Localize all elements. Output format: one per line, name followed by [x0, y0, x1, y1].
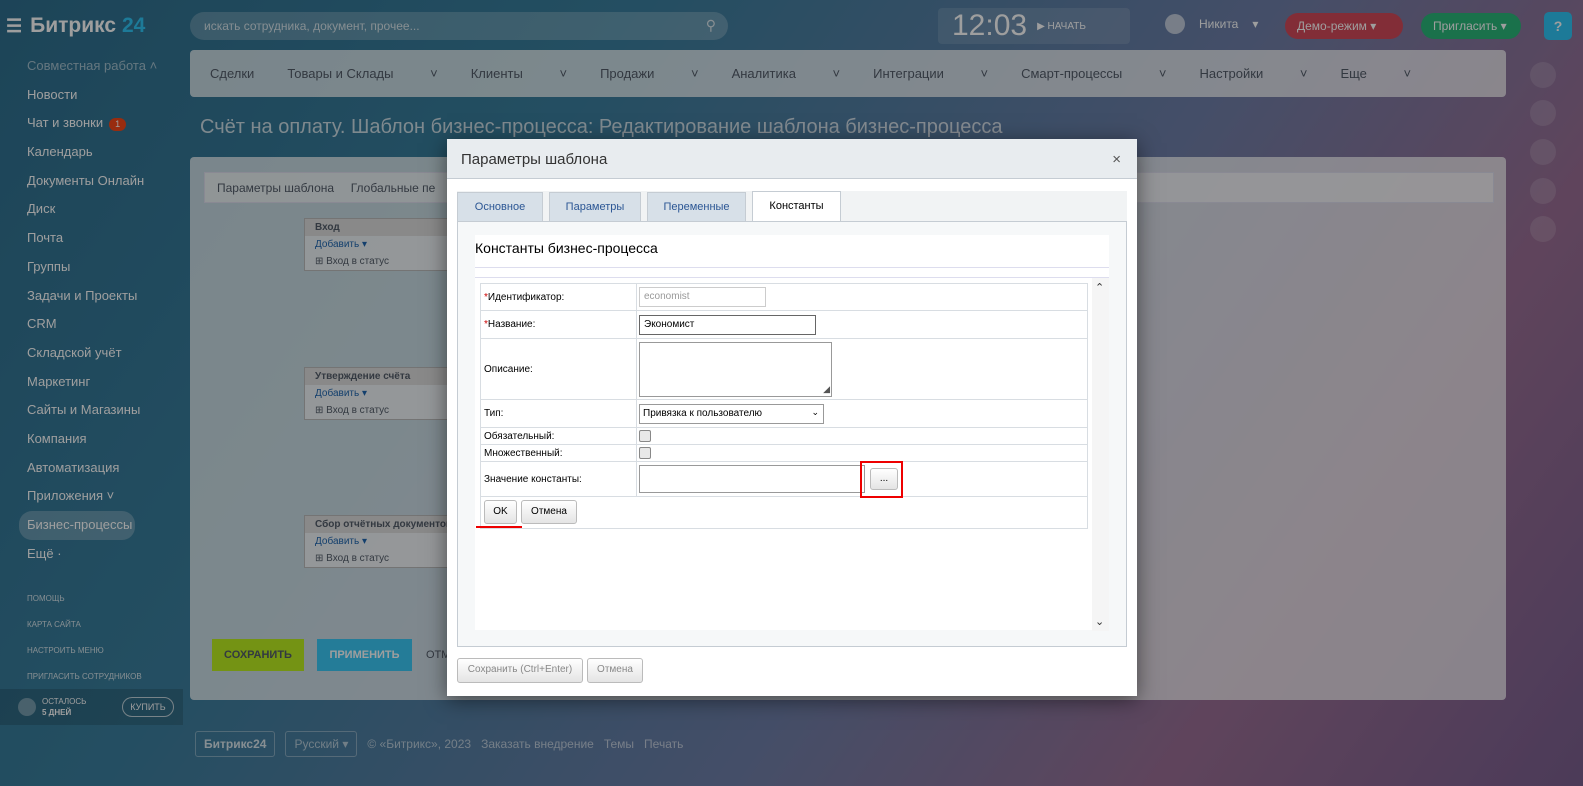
form-row: Описание: ◢ — [481, 339, 1087, 400]
ok-button[interactable]: OK — [484, 500, 517, 524]
highlight-box — [860, 461, 903, 498]
tab-variables[interactable]: Переменные — [647, 192, 746, 221]
constant-form: * Идентификатор: economist * Название: Эко… — [480, 283, 1088, 529]
id-input: economist — [639, 287, 766, 307]
type-select[interactable]: Привязка к пользователю ⌄ — [639, 403, 824, 424]
save-template-button[interactable]: Сохранить (Ctrl+Enter) — [457, 658, 583, 683]
tab-parameters[interactable]: Параметры — [549, 192, 641, 221]
constant-value-input[interactable] — [639, 465, 865, 493]
name-label: * Название: — [481, 311, 637, 338]
close-icon[interactable]: × — [1112, 151, 1121, 168]
resize-grip-icon[interactable]: ◢ — [823, 384, 830, 395]
scroll-down-icon[interactable]: ⌄ — [1095, 615, 1104, 628]
chevron-down-icon: ⌄ — [811, 406, 819, 417]
scrollbar[interactable]: ⌃ ⌄ — [1092, 278, 1109, 631]
scroll-up-icon[interactable]: ⌃ — [1095, 281, 1104, 294]
form-actions: OK Отмена — [481, 497, 1087, 528]
multiple-label: Множественный: — [481, 445, 637, 461]
section-title: Константы бизнес-процесса — [475, 235, 1109, 268]
name-input[interactable]: Экономист — [639, 314, 816, 335]
form-row: Обязательный: — [481, 428, 1087, 445]
form-row: Тип: Привязка к пользователю ⌄ — [481, 400, 1087, 428]
template-params-dialog: Параметры шаблона × Основное Параметры П… — [447, 139, 1137, 696]
type-label: Тип: — [481, 400, 637, 427]
app-background: ☰ Битрикс 24 искать сотрудника, документ… — [0, 0, 1583, 786]
highlight-underline — [476, 526, 522, 528]
value-label: Значение константы: — [481, 462, 637, 496]
required-checkbox[interactable] — [639, 430, 651, 442]
form-row: Значение константы: ... — [481, 462, 1087, 497]
form-row: Множественный: — [481, 445, 1087, 462]
id-label: * Идентификатор: — [481, 284, 637, 310]
required-label: Обязательный: — [481, 428, 637, 444]
form-row: * Название: Экономист — [481, 311, 1087, 339]
tab-main[interactable]: Основное — [457, 192, 543, 221]
constant-form-frame: * Идентификатор: economist * Название: Эко… — [475, 277, 1109, 631]
tab-panel: Константы бизнес-процесса * Идентификатор… — [457, 221, 1127, 647]
cancel-button[interactable]: Отмена — [521, 500, 577, 524]
description-label: Описание: — [481, 339, 637, 399]
description-textarea[interactable]: ◢ — [639, 341, 832, 397]
dialog-body: Основное Параметры Переменные Константы … — [457, 191, 1127, 647]
dialog-footer: Сохранить (Ctrl+Enter) Отмена — [457, 658, 643, 683]
cancel-dialog-button[interactable]: Отмена — [587, 658, 643, 683]
tab-constants[interactable]: Константы — [752, 191, 841, 222]
multiple-checkbox[interactable] — [639, 447, 651, 459]
form-row: * Идентификатор: economist — [481, 284, 1087, 311]
constants-section: Константы бизнес-процесса * Идентификатор… — [475, 235, 1109, 631]
dialog-title: Параметры шаблона — [447, 139, 1137, 179]
